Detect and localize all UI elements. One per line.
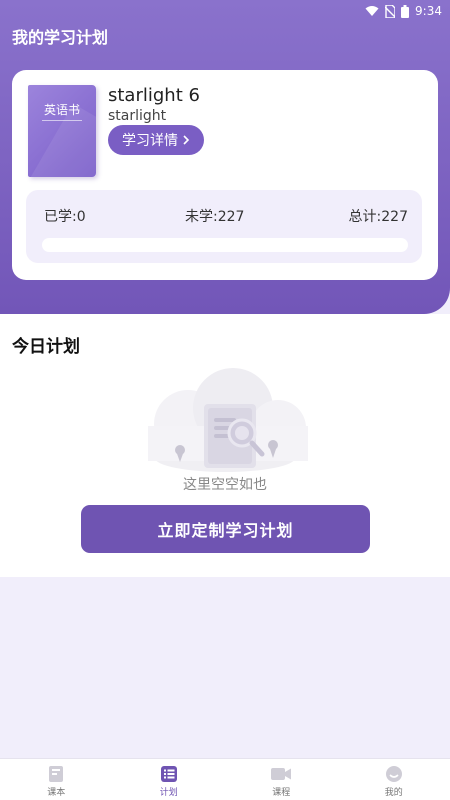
- total-count: 总计:227: [348, 209, 408, 225]
- empty-state-illustration: [148, 368, 308, 472]
- progress-bar: [42, 238, 408, 252]
- nav-label-profile: 我的: [384, 788, 403, 798]
- nav-label-courses: 课程: [272, 788, 291, 798]
- learned-count: 已学:0: [44, 209, 86, 225]
- no-sim-icon: [385, 4, 396, 18]
- header-banner: 9:34 我的学习计划 英语书 starlight 6 starlight 学习…: [0, 0, 450, 314]
- book-card: 英语书 starlight 6 starlight 学习详情 已学:0 未学:2…: [12, 70, 438, 280]
- nav-label-textbook: 课本: [47, 788, 66, 798]
- bottom-nav: 课本 计划 课程 我的: [0, 758, 450, 800]
- plan-list-icon: [160, 766, 177, 782]
- page-title: 我的学习计划: [12, 28, 109, 47]
- wifi-icon: [365, 6, 379, 16]
- chevron-right-icon: [183, 135, 190, 145]
- empty-state-text: 这里空空如也: [183, 477, 267, 493]
- book-icon: [49, 766, 64, 782]
- book-subtitle: starlight: [108, 108, 167, 124]
- nav-item-courses[interactable]: 课程: [225, 759, 338, 800]
- study-details-label: 学习详情: [122, 133, 178, 149]
- today-plan-title: 今日计划: [12, 337, 80, 357]
- create-plan-button[interactable]: 立即定制学习计划: [81, 505, 370, 553]
- today-plan-section: 今日计划 这里空空如也 立即定制学习计划: [0, 314, 450, 577]
- profile-icon: [385, 766, 402, 782]
- book-name: starlight 6: [108, 85, 200, 106]
- video-camera-icon: [271, 768, 292, 780]
- nav-item-profile[interactable]: 我的: [338, 759, 450, 800]
- battery-icon: [401, 4, 410, 18]
- nav-item-textbook[interactable]: 课本: [0, 759, 113, 800]
- nav-item-plan[interactable]: 计划: [113, 759, 226, 800]
- unlearned-count: 未学:227: [185, 209, 245, 225]
- book-cover[interactable]: 英语书: [28, 85, 96, 177]
- progress-stats: 已学:0 未学:227 总计:227: [26, 190, 422, 263]
- status-bar: 9:34: [0, 0, 450, 22]
- book-cover-divider: [42, 120, 82, 121]
- nav-label-plan: 计划: [159, 788, 178, 798]
- status-time: 9:34: [415, 4, 442, 18]
- book-cover-title: 英语书: [43, 103, 80, 117]
- study-details-button[interactable]: 学习详情: [108, 125, 204, 155]
